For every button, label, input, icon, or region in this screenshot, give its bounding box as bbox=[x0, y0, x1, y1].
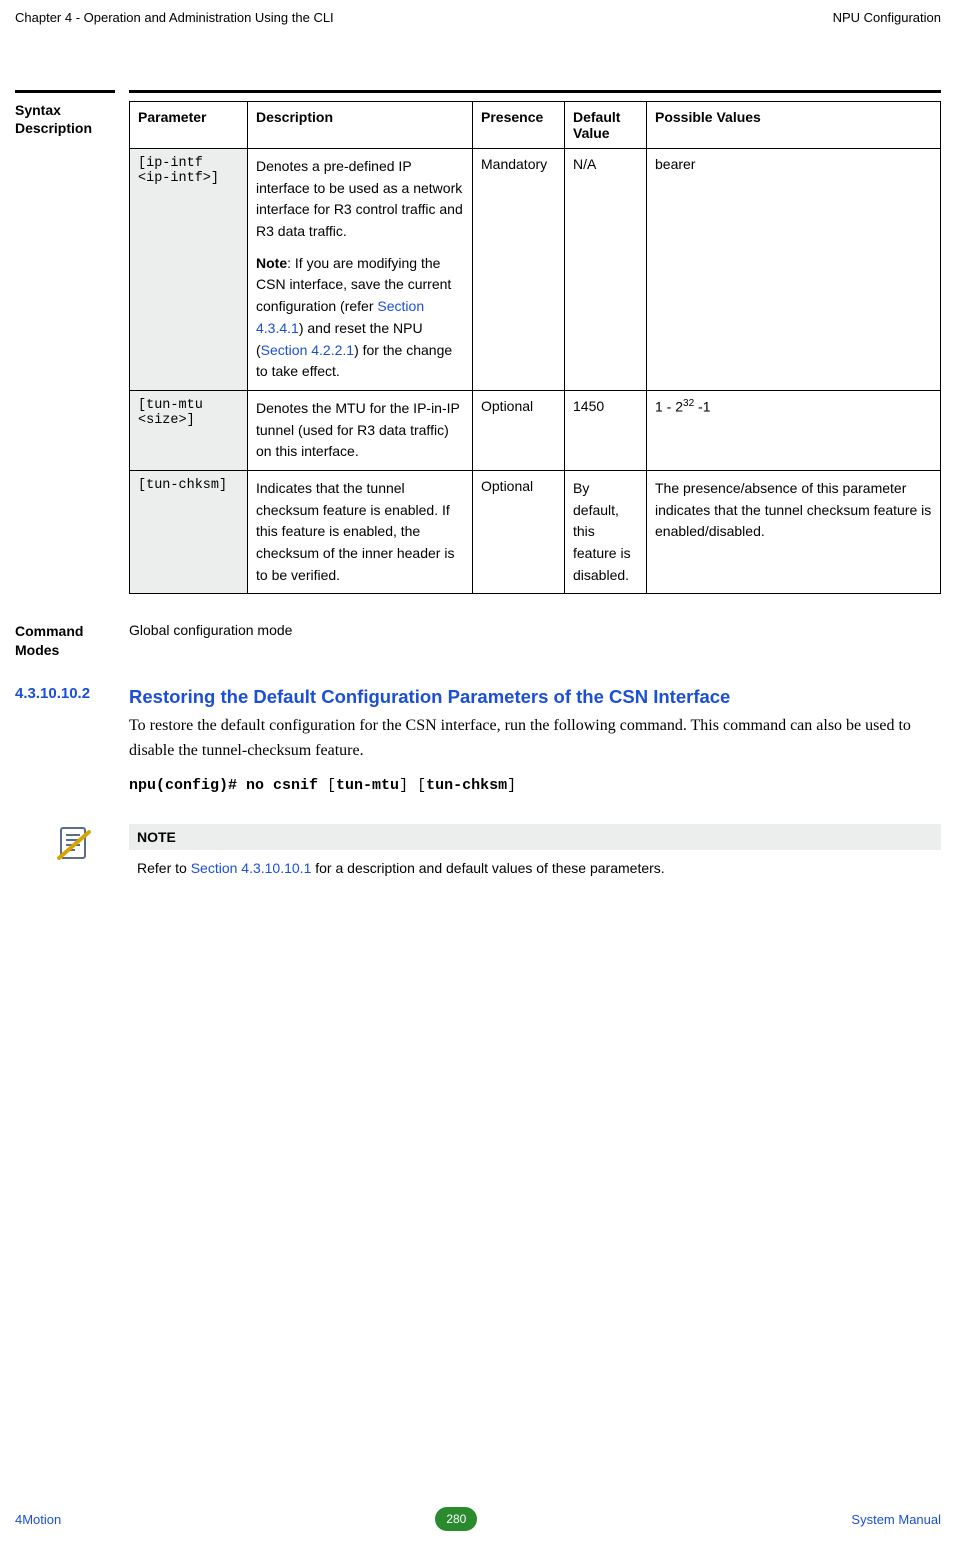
footer-brand: 4Motion bbox=[15, 1512, 61, 1527]
cmd-d: ] [ bbox=[399, 777, 426, 794]
note-a: Refer to bbox=[137, 860, 191, 876]
parameter-table: Parameter Description Presence Default V… bbox=[129, 101, 941, 594]
table-row: [tun-mtu <size>] Denotes the MTU for the… bbox=[130, 390, 941, 470]
cell-possible: 1 - 232 -1 bbox=[647, 390, 941, 470]
section-body: To restore the default configuration for… bbox=[129, 714, 941, 764]
cmd-f: ] bbox=[507, 777, 516, 794]
cell-default: 1450 bbox=[565, 390, 647, 470]
link-section-4310101[interactable]: Section 4.3.10.10.1 bbox=[191, 860, 312, 876]
note-text: Refer to Section 4.3.10.10.1 for a descr… bbox=[129, 850, 941, 879]
footer-system-manual: System Manual bbox=[851, 1512, 941, 1527]
cell-presence: Optional bbox=[473, 470, 565, 593]
cell-possible: The presence/absence of this parameter i… bbox=[647, 470, 941, 593]
poss-b: -1 bbox=[694, 399, 710, 415]
command-modes-value: Global configuration mode bbox=[129, 622, 941, 658]
th-parameter: Parameter bbox=[130, 102, 248, 149]
header-left: Chapter 4 - Operation and Administration… bbox=[15, 10, 334, 25]
cell-param: [tun-chksm] bbox=[130, 470, 248, 593]
note-icon bbox=[55, 824, 95, 864]
page-footer: 4Motion 280 System Manual bbox=[15, 1507, 941, 1531]
section-title: Restoring the Default Configuration Para… bbox=[129, 685, 941, 708]
cell-param: [ip-intf <ip-intf>] bbox=[130, 149, 248, 391]
command-line: npu(config)# no csnif [tun-mtu] [tun-chk… bbox=[129, 777, 941, 794]
link-section-4221[interactable]: Section 4.2.2.1 bbox=[261, 342, 354, 358]
note-b: for a description and default values of … bbox=[311, 860, 664, 876]
th-presence: Presence bbox=[473, 102, 565, 149]
th-description: Description bbox=[248, 102, 473, 149]
cell-presence: Optional bbox=[473, 390, 565, 470]
header-right: NPU Configuration bbox=[833, 10, 941, 25]
poss-sup: 32 bbox=[683, 398, 694, 409]
section-number: 4.3.10.10.2 bbox=[15, 685, 115, 795]
cell-possible: bearer bbox=[647, 149, 941, 391]
cmd-b: [ bbox=[318, 777, 336, 794]
note-prefix: Note bbox=[256, 255, 287, 271]
cell-param: [tun-mtu <size>] bbox=[130, 390, 248, 470]
desc-para-2: Note: If you are modifying the CSN inter… bbox=[256, 253, 464, 383]
th-possible: Possible Values bbox=[647, 102, 941, 149]
th-default: Default Value bbox=[565, 102, 647, 149]
table-row: [tun-chksm] Indicates that the tunnel ch… bbox=[130, 470, 941, 593]
command-modes-label: Command Modes bbox=[15, 622, 115, 658]
poss-a: 1 - 2 bbox=[655, 399, 683, 415]
cell-desc: Denotes the MTU for the IP-in-IP tunnel … bbox=[248, 390, 473, 470]
cell-default: By default, this feature is disabled. bbox=[565, 470, 647, 593]
table-row: [ip-intf <ip-intf>] Denotes a pre-define… bbox=[130, 149, 941, 391]
desc-para-1: Denotes a pre-defined IP interface to be… bbox=[256, 156, 464, 243]
cmd-e: tun-chksm bbox=[426, 777, 507, 794]
cell-desc: Indicates that the tunnel checksum featu… bbox=[248, 470, 473, 593]
cmd-c: tun-mtu bbox=[336, 777, 399, 794]
note-heading: NOTE bbox=[129, 824, 941, 850]
page-number: 280 bbox=[435, 1507, 477, 1531]
cell-presence: Mandatory bbox=[473, 149, 565, 391]
cmd-a: npu(config)# no csnif bbox=[129, 777, 318, 794]
page-header: Chapter 4 - Operation and Administration… bbox=[15, 10, 941, 90]
table-header-row: Parameter Description Presence Default V… bbox=[130, 102, 941, 149]
cell-default: N/A bbox=[565, 149, 647, 391]
note-block: NOTE Refer to Section 4.3.10.10.1 for a … bbox=[15, 824, 941, 879]
cell-desc: Denotes a pre-defined IP interface to be… bbox=[248, 149, 473, 391]
syntax-description-label: Syntax Description bbox=[15, 101, 115, 137]
